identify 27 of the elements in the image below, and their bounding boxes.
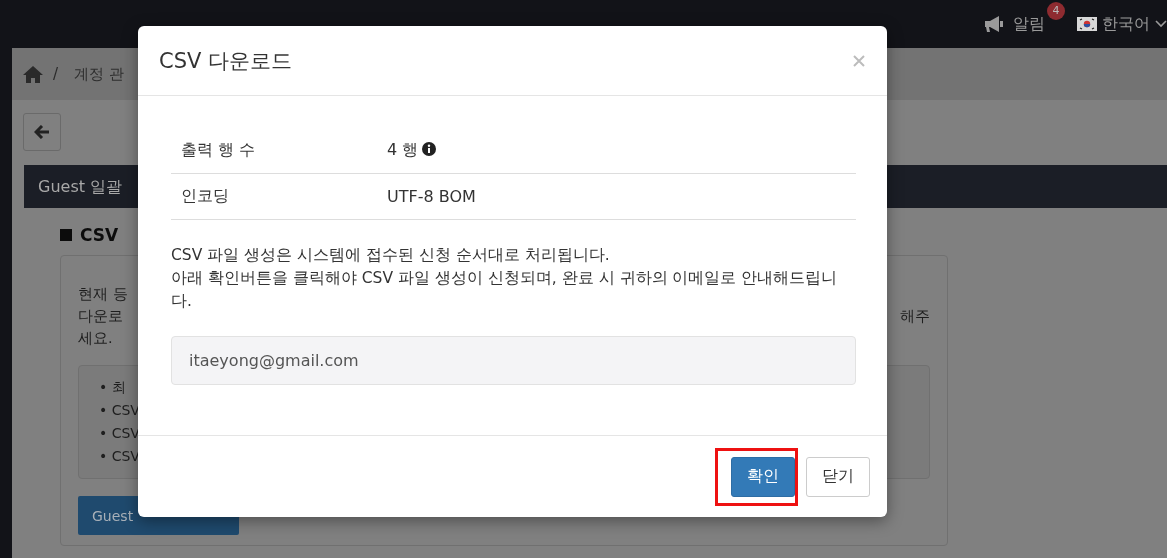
description-text: 세요.: [78, 329, 113, 348]
note-item: • 최: [99, 378, 126, 397]
breadcrumb-separator: /: [53, 65, 59, 83]
megaphone-icon[interactable]: [983, 15, 1005, 33]
row-value: UTF-8 BOM: [387, 187, 476, 206]
email-field[interactable]: itaeyong@gmail.com: [171, 336, 856, 385]
info-text: 아래 확인버튼을 클릭해야 CSV 파일 생성이 신청되며, 완료 시 귀하의 이메일로 안내해드립니다.: [171, 268, 839, 312]
notification-count: 4: [1047, 1, 1065, 20]
description-text: 다운로: [78, 307, 123, 326]
home-icon[interactable]: [23, 65, 43, 83]
square-icon: [60, 229, 72, 241]
language-select[interactable]: 한국어: [1102, 13, 1150, 35]
section-heading: CSV: [80, 225, 119, 245]
notification-link[interactable]: 알림: [1013, 13, 1045, 35]
flag-icon: [1077, 17, 1097, 31]
chevron-down-icon[interactable]: [1155, 20, 1167, 28]
arrow-left-icon: [34, 125, 50, 139]
row-value: 4 행: [387, 140, 419, 161]
close-button[interactable]: 닫기: [806, 456, 870, 497]
description-text: 해주: [900, 307, 930, 326]
modal-title: CSV 다운로드: [159, 47, 293, 75]
row-label: 출력 행 수: [181, 140, 257, 161]
info-text: CSV 파일 생성은 시스템에 접수된 신청 순서대로 처리됩니다.: [171, 245, 611, 266]
back-button[interactable]: [23, 113, 61, 151]
confirm-button[interactable]: 확인: [731, 456, 795, 497]
description-text: 현재 등: [78, 285, 128, 304]
row-label: 인코딩: [181, 186, 230, 207]
